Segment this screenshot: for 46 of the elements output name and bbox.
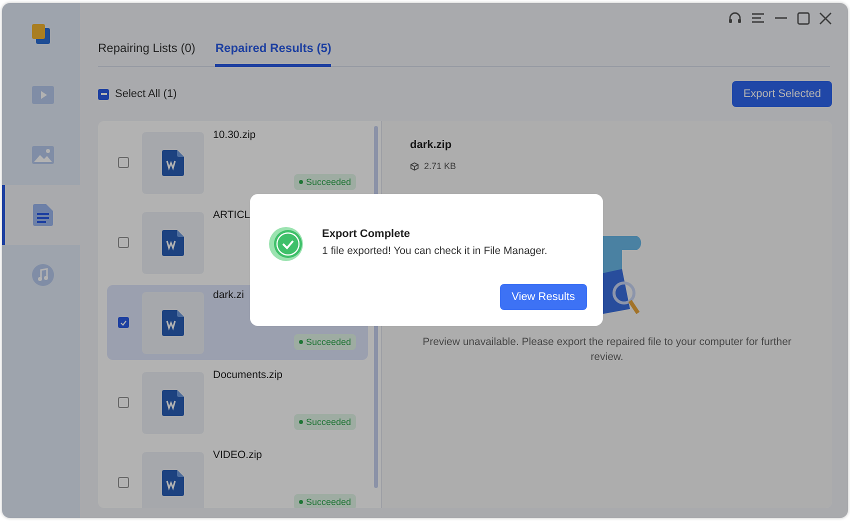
file-name: Documents.zip (213, 369, 282, 381)
document-icon[interactable] (32, 204, 52, 226)
app-logo-icon (32, 24, 50, 44)
document-icon (162, 310, 184, 336)
row-checkbox[interactable] (118, 237, 129, 248)
document-icon (162, 230, 184, 256)
image-icon[interactable] (32, 146, 54, 164)
row-checkbox[interactable] (118, 317, 129, 328)
maximize-icon[interactable] (797, 12, 810, 24)
status-badge: Succeeded (294, 174, 356, 190)
file-name: ARTICL (213, 209, 250, 221)
success-check-icon (268, 226, 304, 262)
status-badge: Succeeded (294, 334, 356, 350)
row-checkbox[interactable] (118, 397, 129, 408)
document-icon (162, 390, 184, 416)
tab[interactable]: Repaired Results (5) (215, 33, 332, 67)
close-icon[interactable] (819, 12, 832, 24)
file-row[interactable]: Documents.zip Succeeded (107, 365, 368, 440)
select-all-checkbox[interactable] (98, 88, 109, 100)
cube-icon (410, 162, 419, 170)
menu-icon[interactable] (751, 12, 765, 24)
sidebar-item[interactable] (2, 185, 80, 245)
dialog-title: Export Complete (322, 228, 412, 240)
document-icon (162, 470, 184, 496)
preview-message: Preview unavailable. Please export the repaired file to your computer for further review. (422, 335, 792, 365)
file-size: 2.71 KB (424, 161, 456, 171)
view-results-button[interactable]: View Results (500, 284, 587, 310)
detail-file-name: dark.zip (410, 139, 453, 151)
status-badge: Succeeded (294, 414, 356, 430)
file-name: VIDEO.zip (213, 449, 262, 461)
file-name: 10.30.zip (213, 129, 256, 141)
row-checkbox[interactable] (118, 477, 129, 488)
status-badge: Succeeded (294, 494, 356, 508)
music-icon[interactable] (32, 264, 54, 286)
tab[interactable]: Repairing Lists (0) (98, 33, 196, 67)
file-name: dark.zi (213, 289, 244, 301)
document-icon (162, 150, 184, 176)
check-icon (120, 320, 127, 326)
select-all-label: Select All (1) (115, 88, 177, 100)
headset-icon[interactable] (728, 11, 742, 25)
film-icon[interactable] (32, 86, 54, 104)
export-selected-button[interactable]: Export Selected (732, 81, 832, 107)
file-row[interactable]: 10.30.zip Succeeded (107, 125, 368, 200)
file-row[interactable]: VIDEO.zip Succeeded (107, 445, 368, 508)
row-checkbox[interactable] (118, 157, 129, 168)
dialog-message: 1 file exported! You can check it in File Manager. (322, 245, 548, 257)
